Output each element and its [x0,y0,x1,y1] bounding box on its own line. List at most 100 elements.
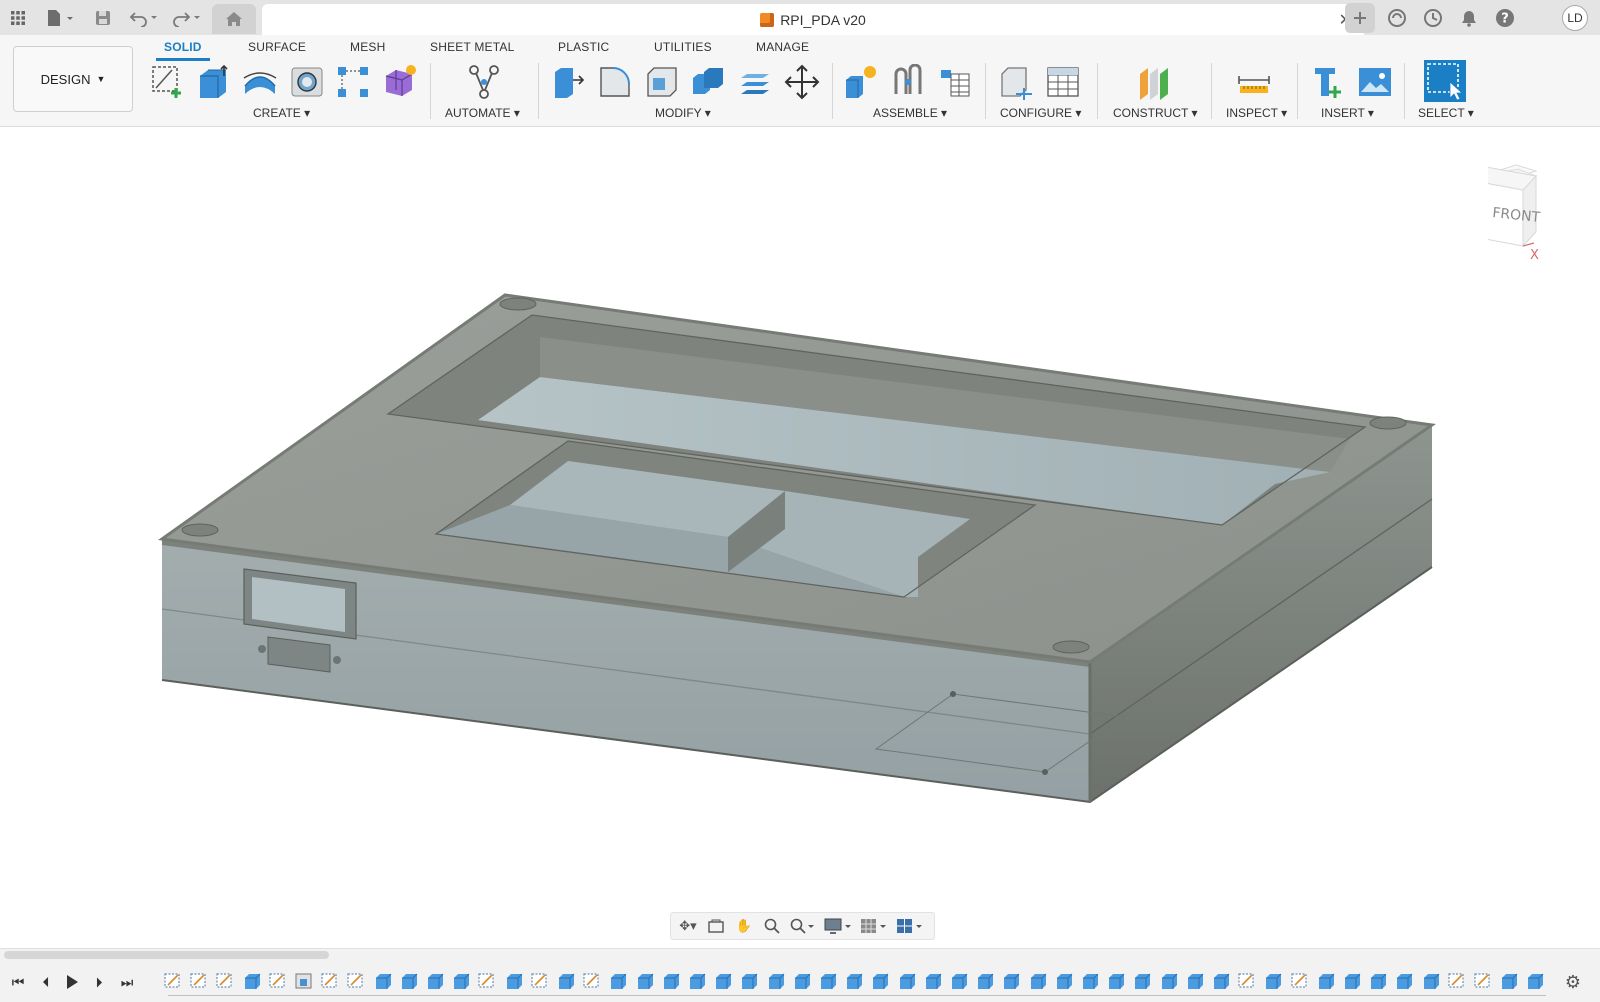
timeline-extrude-feature[interactable] [242,971,262,991]
joint-icon[interactable] [890,64,926,100]
timeline-extrude-feature[interactable] [1499,971,1519,991]
view-cube[interactable]: Z FRONT X [1488,149,1592,259]
timeline-sketch-feature[interactable] [189,971,209,991]
fillet-icon[interactable] [597,64,633,100]
timeline-extrude-feature[interactable] [897,971,917,991]
timeline-extrude-feature[interactable] [1211,971,1231,991]
timeline-sketch-feature[interactable] [268,971,288,991]
press-pull-icon[interactable] [551,64,587,100]
orbit-icon[interactable]: ✥▾ [677,916,699,936]
group-select[interactable]: SELECT ▾ [1418,106,1474,120]
job-status-icon[interactable] [1385,6,1409,30]
move-icon[interactable] [784,64,820,100]
automate-icon[interactable] [466,64,502,100]
timeline-extrude-feature[interactable] [818,971,838,991]
timeline-extrude-feature[interactable] [556,971,576,991]
group-assemble[interactable]: ASSEMBLE ▾ [873,106,947,120]
group-inspect[interactable]: INSPECT ▾ [1226,106,1287,120]
timeline-extrude-feature[interactable] [504,971,524,991]
timeline-sketch-feature[interactable] [1290,971,1310,991]
tab-utilities[interactable]: UTILITIES [654,40,712,54]
timeline-shell-feature[interactable] [294,971,314,991]
timeline-extrude-feature[interactable] [1525,971,1545,991]
timeline-sketch-feature[interactable] [1237,971,1257,991]
group-insert[interactable]: INSERT ▾ [1321,106,1374,120]
go-to-end-icon[interactable]: ⏭ [117,972,137,992]
timeline-sketch-feature[interactable] [1447,971,1467,991]
timeline-sketch-feature[interactable] [477,971,497,991]
form-icon[interactable] [382,64,418,100]
measure-icon[interactable] [1236,64,1272,100]
configuration-table-icon[interactable] [1045,64,1081,100]
timeline-sketch-feature[interactable] [215,971,235,991]
insert-mcmaster-icon[interactable] [1311,64,1347,100]
timeline-extrude-feature[interactable] [844,971,864,991]
timeline-scrollbar[interactable] [4,951,329,959]
step-back-icon[interactable]: ⏴ [36,972,56,992]
tab-plastic[interactable]: PLASTIC [558,40,609,54]
extensions-icon[interactable] [1421,6,1445,30]
step-forward-icon[interactable]: ⏵ [89,972,109,992]
timeline-sketch-feature[interactable] [1473,971,1493,991]
configure-icon[interactable] [998,64,1034,100]
group-automate[interactable]: AUTOMATE ▾ [445,106,520,120]
timeline-extrude-feature[interactable] [713,971,733,991]
timeline-extrude-feature[interactable] [870,971,890,991]
workspace-switcher[interactable]: DESIGN ▼ [13,46,133,112]
timeline-extrude-feature[interactable] [975,971,995,991]
sketch-point[interactable] [950,691,956,697]
timeline-extrude-feature[interactable] [687,971,707,991]
look-at-icon[interactable] [705,916,727,936]
document-tab[interactable]: RPI_PDA v20 ✕ [262,4,1364,35]
redo-icon[interactable] [170,6,204,30]
grid-settings-icon[interactable] [859,916,889,936]
tab-sheet-metal[interactable]: SHEET METAL [430,40,514,54]
home-tab-icon[interactable] [212,4,256,34]
timeline-extrude-feature[interactable] [1185,971,1205,991]
timeline-extrude-feature[interactable] [1342,971,1362,991]
timeline-extrude-feature[interactable] [1106,971,1126,991]
pan-hand-icon[interactable]: ✋ [733,916,755,936]
fit-zoom-icon[interactable] [789,916,817,936]
timeline-sketch-feature[interactable] [346,971,366,991]
tab-mesh[interactable]: MESH [350,40,385,54]
timeline-sketch-feature[interactable] [163,971,183,991]
timeline-extrude-feature[interactable] [661,971,681,991]
group-configure[interactable]: CONFIGURE ▾ [1000,106,1081,120]
timeline-sketch-feature[interactable] [582,971,602,991]
timeline-extrude-feature[interactable] [399,971,419,991]
play-icon[interactable] [62,972,82,992]
viewports-icon[interactable] [895,916,925,936]
save-icon[interactable] [92,6,114,30]
undo-icon[interactable] [128,6,162,30]
3d-viewport[interactable]: Z FRONT X [0,127,1600,927]
timeline-extrude-feature[interactable] [792,971,812,991]
file-menu-icon[interactable] [44,6,76,30]
group-create[interactable]: CREATE ▾ [253,106,310,120]
timeline-settings-gear-icon[interactable]: ⚙ [1562,971,1584,993]
tab-manage[interactable]: MANAGE [756,40,809,54]
help-icon[interactable]: ? [1493,6,1517,30]
group-construct[interactable]: CONSTRUCT ▾ [1113,106,1197,120]
app-grid-icon[interactable] [8,6,28,30]
extrude-icon[interactable] [196,64,232,100]
pattern-icon[interactable] [335,64,371,100]
user-avatar[interactable]: LD [1562,5,1588,31]
notifications-bell-icon[interactable] [1457,6,1481,30]
combine-icon[interactable] [690,64,726,100]
timeline-sketch-feature[interactable] [530,971,550,991]
timeline-extrude-feature[interactable] [949,971,969,991]
timeline-extrude-feature[interactable] [923,971,943,991]
revolve-icon[interactable] [242,64,278,100]
timeline-extrude-feature[interactable] [608,971,628,991]
timeline-extrude-feature[interactable] [739,971,759,991]
zoom-icon[interactable] [761,916,783,936]
group-modify[interactable]: MODIFY ▾ [655,106,711,120]
new-tab-icon[interactable] [1345,3,1375,33]
display-settings-icon[interactable] [823,916,853,936]
timeline-extrude-feature[interactable] [766,971,786,991]
shell-icon[interactable] [644,64,680,100]
timeline-extrude-feature[interactable] [1263,971,1283,991]
hole-icon[interactable] [289,64,325,100]
timeline-extrude-feature[interactable] [1001,971,1021,991]
